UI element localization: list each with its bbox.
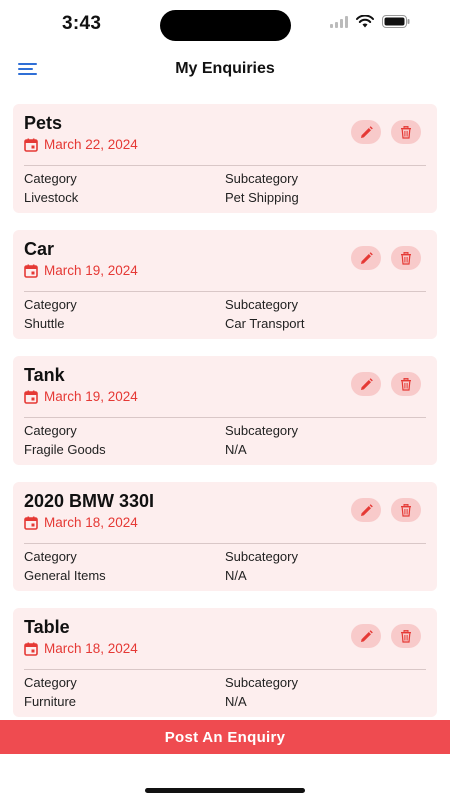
category-value: Furniture bbox=[24, 694, 77, 709]
enquiry-date-text: March 18, 2024 bbox=[44, 641, 138, 656]
trash-icon bbox=[401, 629, 411, 643]
category-value: General Items bbox=[24, 568, 106, 583]
home-indicator bbox=[145, 788, 305, 793]
enquiry-date: March 19, 2024 bbox=[24, 263, 138, 278]
subcategory-label: Subcategory bbox=[225, 171, 298, 186]
card-actions bbox=[351, 498, 421, 522]
card-divider bbox=[24, 417, 426, 418]
enquiry-date-text: March 19, 2024 bbox=[44, 389, 138, 404]
enquiry-card[interactable]: Car March 19, 2024 Category Subcategory … bbox=[13, 230, 437, 339]
subcategory-value: N/A bbox=[225, 694, 247, 709]
category-label: Category bbox=[24, 171, 77, 186]
pencil-icon bbox=[360, 125, 373, 138]
card-divider bbox=[24, 669, 426, 670]
pencil-icon bbox=[360, 629, 373, 642]
enquiry-title: Tank bbox=[24, 365, 65, 385]
battery-icon bbox=[382, 15, 410, 28]
subcategory-value: N/A bbox=[225, 568, 247, 583]
calendar-icon bbox=[24, 642, 38, 656]
card-actions bbox=[351, 246, 421, 270]
status-time: 3:43 bbox=[62, 13, 102, 34]
subcategory-label: Subcategory bbox=[225, 297, 298, 312]
edit-button[interactable] bbox=[351, 246, 381, 270]
enquiry-list: Pets March 22, 2024 Category Subcategory… bbox=[13, 104, 437, 734]
page-title: My Enquiries bbox=[175, 60, 275, 77]
enquiry-title: 2020 BMW 330I bbox=[24, 491, 155, 511]
category-label: Category bbox=[24, 675, 77, 690]
enquiry-date-text: March 22, 2024 bbox=[44, 137, 138, 152]
enquiry-card[interactable]: 2020 BMW 330I March 18, 2024 Category Su… bbox=[13, 482, 437, 591]
subcategory-value: N/A bbox=[225, 442, 247, 457]
card-divider bbox=[24, 165, 426, 166]
edit-button[interactable] bbox=[351, 498, 381, 522]
enquiry-date: March 19, 2024 bbox=[24, 389, 138, 404]
subcategory-label: Subcategory bbox=[225, 675, 298, 690]
cellular-signal-icon bbox=[330, 15, 348, 28]
nav-bar: My Enquiries bbox=[0, 50, 450, 90]
calendar-icon bbox=[24, 516, 38, 530]
enquiry-card[interactable]: Tank March 19, 2024 Category Subcategory… bbox=[13, 356, 437, 465]
status-icons bbox=[330, 15, 410, 28]
calendar-icon bbox=[24, 138, 38, 152]
subcategory-value: Pet Shipping bbox=[225, 190, 299, 205]
subcategory-label: Subcategory bbox=[225, 549, 298, 564]
delete-button[interactable] bbox=[391, 498, 421, 522]
card-actions bbox=[351, 372, 421, 396]
category-label: Category bbox=[24, 423, 77, 438]
enquiry-title: Table bbox=[24, 617, 70, 637]
card-actions bbox=[351, 120, 421, 144]
trash-icon bbox=[401, 377, 411, 391]
enquiry-title: Pets bbox=[24, 113, 63, 133]
enquiry-date-text: March 18, 2024 bbox=[44, 515, 138, 530]
pencil-icon bbox=[360, 377, 373, 390]
category-value: Shuttle bbox=[24, 316, 65, 331]
category-label: Category bbox=[24, 549, 77, 564]
bottom-safe-area bbox=[0, 754, 450, 800]
trash-icon bbox=[401, 503, 411, 517]
screen: 3:43 My Enquiries Pets March 22, 2024 Ca… bbox=[0, 0, 450, 800]
category-value: Livestock bbox=[24, 190, 79, 205]
pencil-icon bbox=[360, 503, 373, 516]
subcategory-label: Subcategory bbox=[225, 423, 298, 438]
enquiry-date: March 18, 2024 bbox=[24, 641, 138, 656]
edit-button[interactable] bbox=[351, 372, 381, 396]
post-enquiry-button[interactable]: Post An Enquiry bbox=[0, 720, 450, 754]
status-bar: 3:43 bbox=[0, 0, 450, 50]
calendar-icon bbox=[24, 264, 38, 278]
trash-icon bbox=[401, 251, 411, 265]
enquiry-card[interactable]: Pets March 22, 2024 Category Subcategory… bbox=[13, 104, 437, 213]
enquiry-title: Car bbox=[24, 239, 55, 259]
delete-button[interactable] bbox=[391, 120, 421, 144]
calendar-icon bbox=[24, 390, 38, 404]
category-label: Category bbox=[24, 297, 77, 312]
subcategory-value: Car Transport bbox=[225, 316, 305, 331]
delete-button[interactable] bbox=[391, 624, 421, 648]
pencil-icon bbox=[360, 251, 373, 264]
edit-button[interactable] bbox=[351, 624, 381, 648]
category-value: Fragile Goods bbox=[24, 442, 106, 457]
trash-icon bbox=[401, 125, 411, 139]
enquiry-card[interactable]: Table March 18, 2024 Category Subcategor… bbox=[13, 608, 437, 717]
edit-button[interactable] bbox=[351, 120, 381, 144]
enquiry-date: March 18, 2024 bbox=[24, 515, 138, 530]
delete-button[interactable] bbox=[391, 246, 421, 270]
delete-button[interactable] bbox=[391, 372, 421, 396]
enquiry-date: March 22, 2024 bbox=[24, 137, 138, 152]
dynamic-island bbox=[160, 10, 291, 41]
card-divider bbox=[24, 543, 426, 544]
wifi-icon bbox=[356, 15, 374, 28]
card-actions bbox=[351, 624, 421, 648]
card-divider bbox=[24, 291, 426, 292]
enquiry-date-text: March 19, 2024 bbox=[44, 263, 138, 278]
